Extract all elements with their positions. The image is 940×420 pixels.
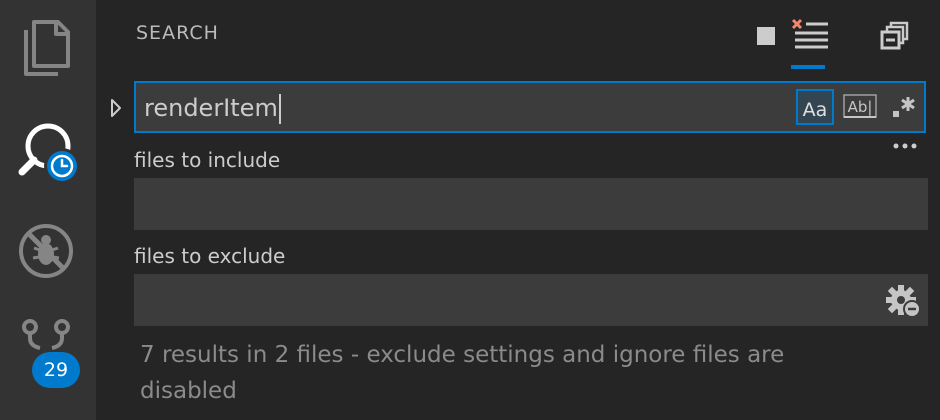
svg-text:Ab|: Ab| [848,98,873,116]
stop-icon [757,27,775,45]
exclude-input[interactable] [134,274,874,326]
regex-icon [893,97,915,117]
exclude-field[interactable] [134,274,928,326]
chevron-right-icon [111,99,121,117]
no-bug-icon [19,224,73,278]
panel-title: SEARCH [136,22,219,44]
activity-source-control[interactable]: 29 [0,304,96,400]
use-regex-button[interactable] [884,89,922,125]
collapse-all-icon [880,21,909,50]
stop-search-button[interactable] [743,14,789,60]
search-view: SEARCH renderItem Aa Ab| files to includ… [96,0,940,420]
include-input[interactable] [134,178,874,230]
include-field[interactable] [134,178,928,230]
scm-badge: 29 [32,352,80,388]
ellipsis-icon [893,143,917,149]
clear-results-icon [791,18,828,49]
match-case-button[interactable]: Aa [796,89,834,125]
more-options-button[interactable] [890,134,922,158]
svg-text:Aa: Aa [803,99,828,121]
use-exclude-settings-button[interactable] [884,282,924,320]
search-query: renderItem [144,94,278,122]
activity-search[interactable] [0,104,96,200]
clear-results-button[interactable] [785,14,831,60]
collapse-all-button[interactable] [872,14,918,60]
toggle-replace-button[interactable] [108,96,126,120]
active-action-indicator [791,65,825,69]
search-input-box[interactable]: renderItem Aa Ab| [134,81,926,133]
files-icon [24,20,70,76]
match-case-icon: Aa [803,99,828,121]
search-history-icon [18,123,80,184]
activity-debug[interactable] [0,204,96,300]
activity-explorer[interactable] [0,0,96,96]
gear-minus-icon [886,285,921,318]
exclude-label: files to exclude [134,244,286,268]
activity-bar: 29 [0,0,96,420]
text-caret [278,94,281,124]
include-label: files to include [134,148,281,172]
results-message: 7 results in 2 files - exclude settings … [140,342,785,404]
match-whole-word-button[interactable]: Ab| [840,89,878,125]
vscode-window: 29 SEARCH renderItem Aa Ab| files to inc… [0,0,940,420]
search-input[interactable]: renderItem [144,83,281,131]
whole-word-icon: Ab| [843,94,877,118]
